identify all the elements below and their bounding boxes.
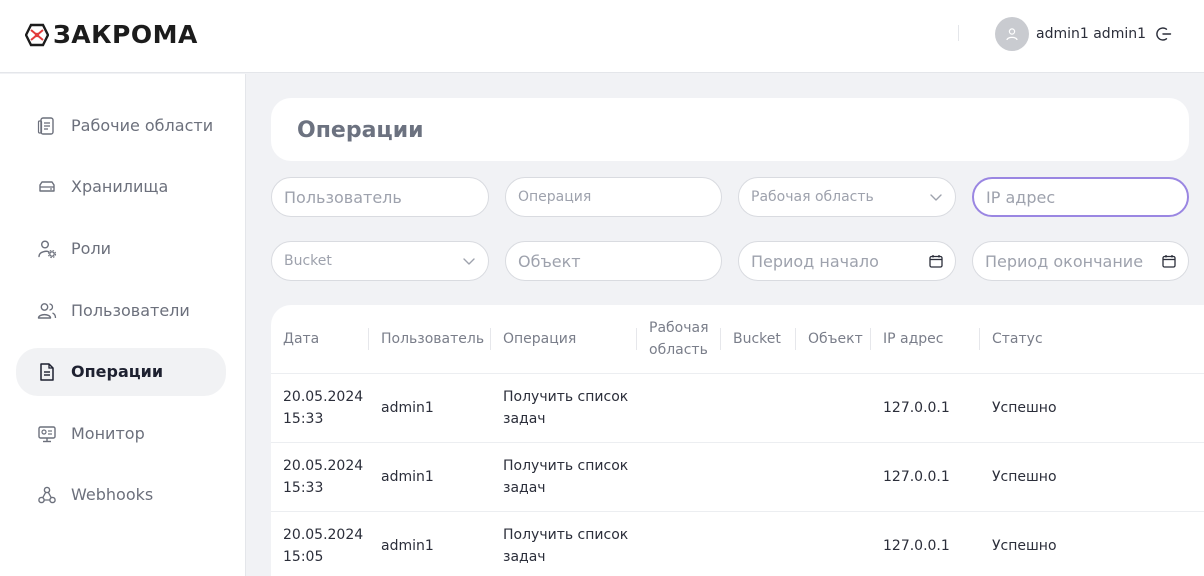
page-title-card: Операции [271,98,1189,161]
operation-filter-input[interactable] [506,178,721,216]
sidebar-item-webhooks[interactable]: Webhooks [16,471,226,519]
row-divider [271,442,1204,443]
sidebar-item-monitor[interactable]: Монитор [16,410,226,458]
row-divider [271,511,1204,512]
cell-ip: 127.0.0.1 [883,538,950,554]
avatar[interactable] [995,17,1029,51]
sidebar-item-roles[interactable]: Роли [16,225,226,273]
monitor-icon [38,426,56,443]
cell-operation-line2: задач [503,411,546,427]
cell-date-day: 20.05.2024 [283,458,364,474]
operations-icon [40,363,54,381]
object-filter-input[interactable] [506,242,721,280]
storage-icon [39,181,55,192]
cell-operation: Получить список задач [491,524,628,568]
user-filter[interactable] [271,177,489,217]
sidebar: Рабочие области Хранилища Роли Пользоват… [0,74,246,576]
sidebar-item-label: Операции [71,362,164,381]
header-divider-line [271,373,1204,374]
users-icon [37,303,57,319]
header-divider [958,25,959,41]
sidebar-item-label: Монитор [71,424,145,443]
logo-mark-icon [25,23,49,47]
cell-operation-line1: Получить список [503,389,629,405]
user-filter-input[interactable] [272,178,488,216]
cell-user: admin1 [381,538,434,554]
cell-ip: 127.0.0.1 [883,469,950,485]
column-header-workspace-line2: область [649,342,708,358]
column-header-workspace-line1: Рабочая [649,320,709,336]
cell-operation-line2: задач [503,549,546,565]
workspace-select[interactable] [738,177,956,217]
cell-user: admin1 [381,469,434,485]
user-name[interactable]: admin1 admin1 [1036,25,1146,43]
cell-date-day: 20.05.2024 [283,389,364,405]
cell-date: 20.05.2024 15:33 [271,386,363,430]
sidebar-item-label: Рабочие области [71,116,214,135]
period-end-input[interactable] [973,242,1188,280]
cell-status: Успешно [992,400,1057,416]
cell-status: Успешно [992,538,1057,554]
bucket-select[interactable] [271,241,489,281]
page-title: Операции [297,118,424,143]
workspaces-icon [37,117,54,135]
column-header-ip[interactable]: IP адрес [871,305,979,373]
operation-filter[interactable] [505,177,722,217]
ip-filter-input[interactable] [974,179,1187,215]
sidebar-item-storages[interactable]: Хранилища [16,163,226,211]
sidebar-item-label: Роли [71,239,112,258]
cell-date: 20.05.2024 15:33 [271,455,363,499]
top-header: ЗАКРОМА admin1 admin1 [0,0,1204,73]
column-header-workspace[interactable]: Рабочая область [637,305,720,373]
cell-operation-line1: Получить список [503,458,629,474]
cell-operation: Получить список задач [491,386,628,430]
cell-user: admin1 [381,400,434,416]
roles-icon [38,240,57,259]
sidebar-item-workspaces[interactable]: Рабочие области [16,102,226,150]
user-icon [1006,28,1018,41]
cell-date-time: 15:33 [283,411,324,427]
cell-operation-line2: задач [503,480,546,496]
operations-table: Дата Пользователь Операция Рабочая облас… [271,305,1204,576]
bucket-select-input[interactable] [272,242,488,280]
cell-date-day: 20.05.2024 [283,527,364,543]
sidebar-item-label: Webhooks [71,485,154,504]
period-start-input[interactable] [739,242,955,280]
column-header-object[interactable]: Объект [796,305,870,373]
sidebar-item-users[interactable]: Пользователи [16,287,226,335]
ip-filter[interactable] [972,177,1189,217]
sidebar-item-label: Пользователи [71,301,190,320]
cell-date-time: 15:33 [283,480,324,496]
cell-date-time: 15:05 [283,549,324,565]
period-start-field[interactable] [738,241,956,281]
column-header-date[interactable]: Дата [271,305,368,373]
object-filter[interactable] [505,241,722,281]
period-end-field[interactable] [972,241,1189,281]
workspace-select-input[interactable] [739,178,955,216]
column-header-operation[interactable]: Операция [491,305,636,373]
sidebar-item-operations[interactable]: Операции [16,348,226,396]
logout-icon[interactable] [1156,26,1172,42]
cell-status: Успешно [992,469,1057,485]
cell-operation-line1: Получить список [503,527,629,543]
webhooks-icon [38,486,56,504]
column-header-bucket[interactable]: Bucket [721,305,795,373]
column-header-user[interactable]: Пользователь [369,305,490,373]
cell-date: 20.05.2024 15:05 [271,524,363,568]
column-header-status[interactable]: Статус [980,305,1180,373]
cell-operation: Получить список задач [491,455,628,499]
brand-logo[interactable]: ЗАКРОМА [25,22,198,48]
brand-name: ЗАКРОМА [53,20,198,49]
cell-ip: 127.0.0.1 [883,400,950,416]
sidebar-item-label: Хранилища [71,177,169,196]
